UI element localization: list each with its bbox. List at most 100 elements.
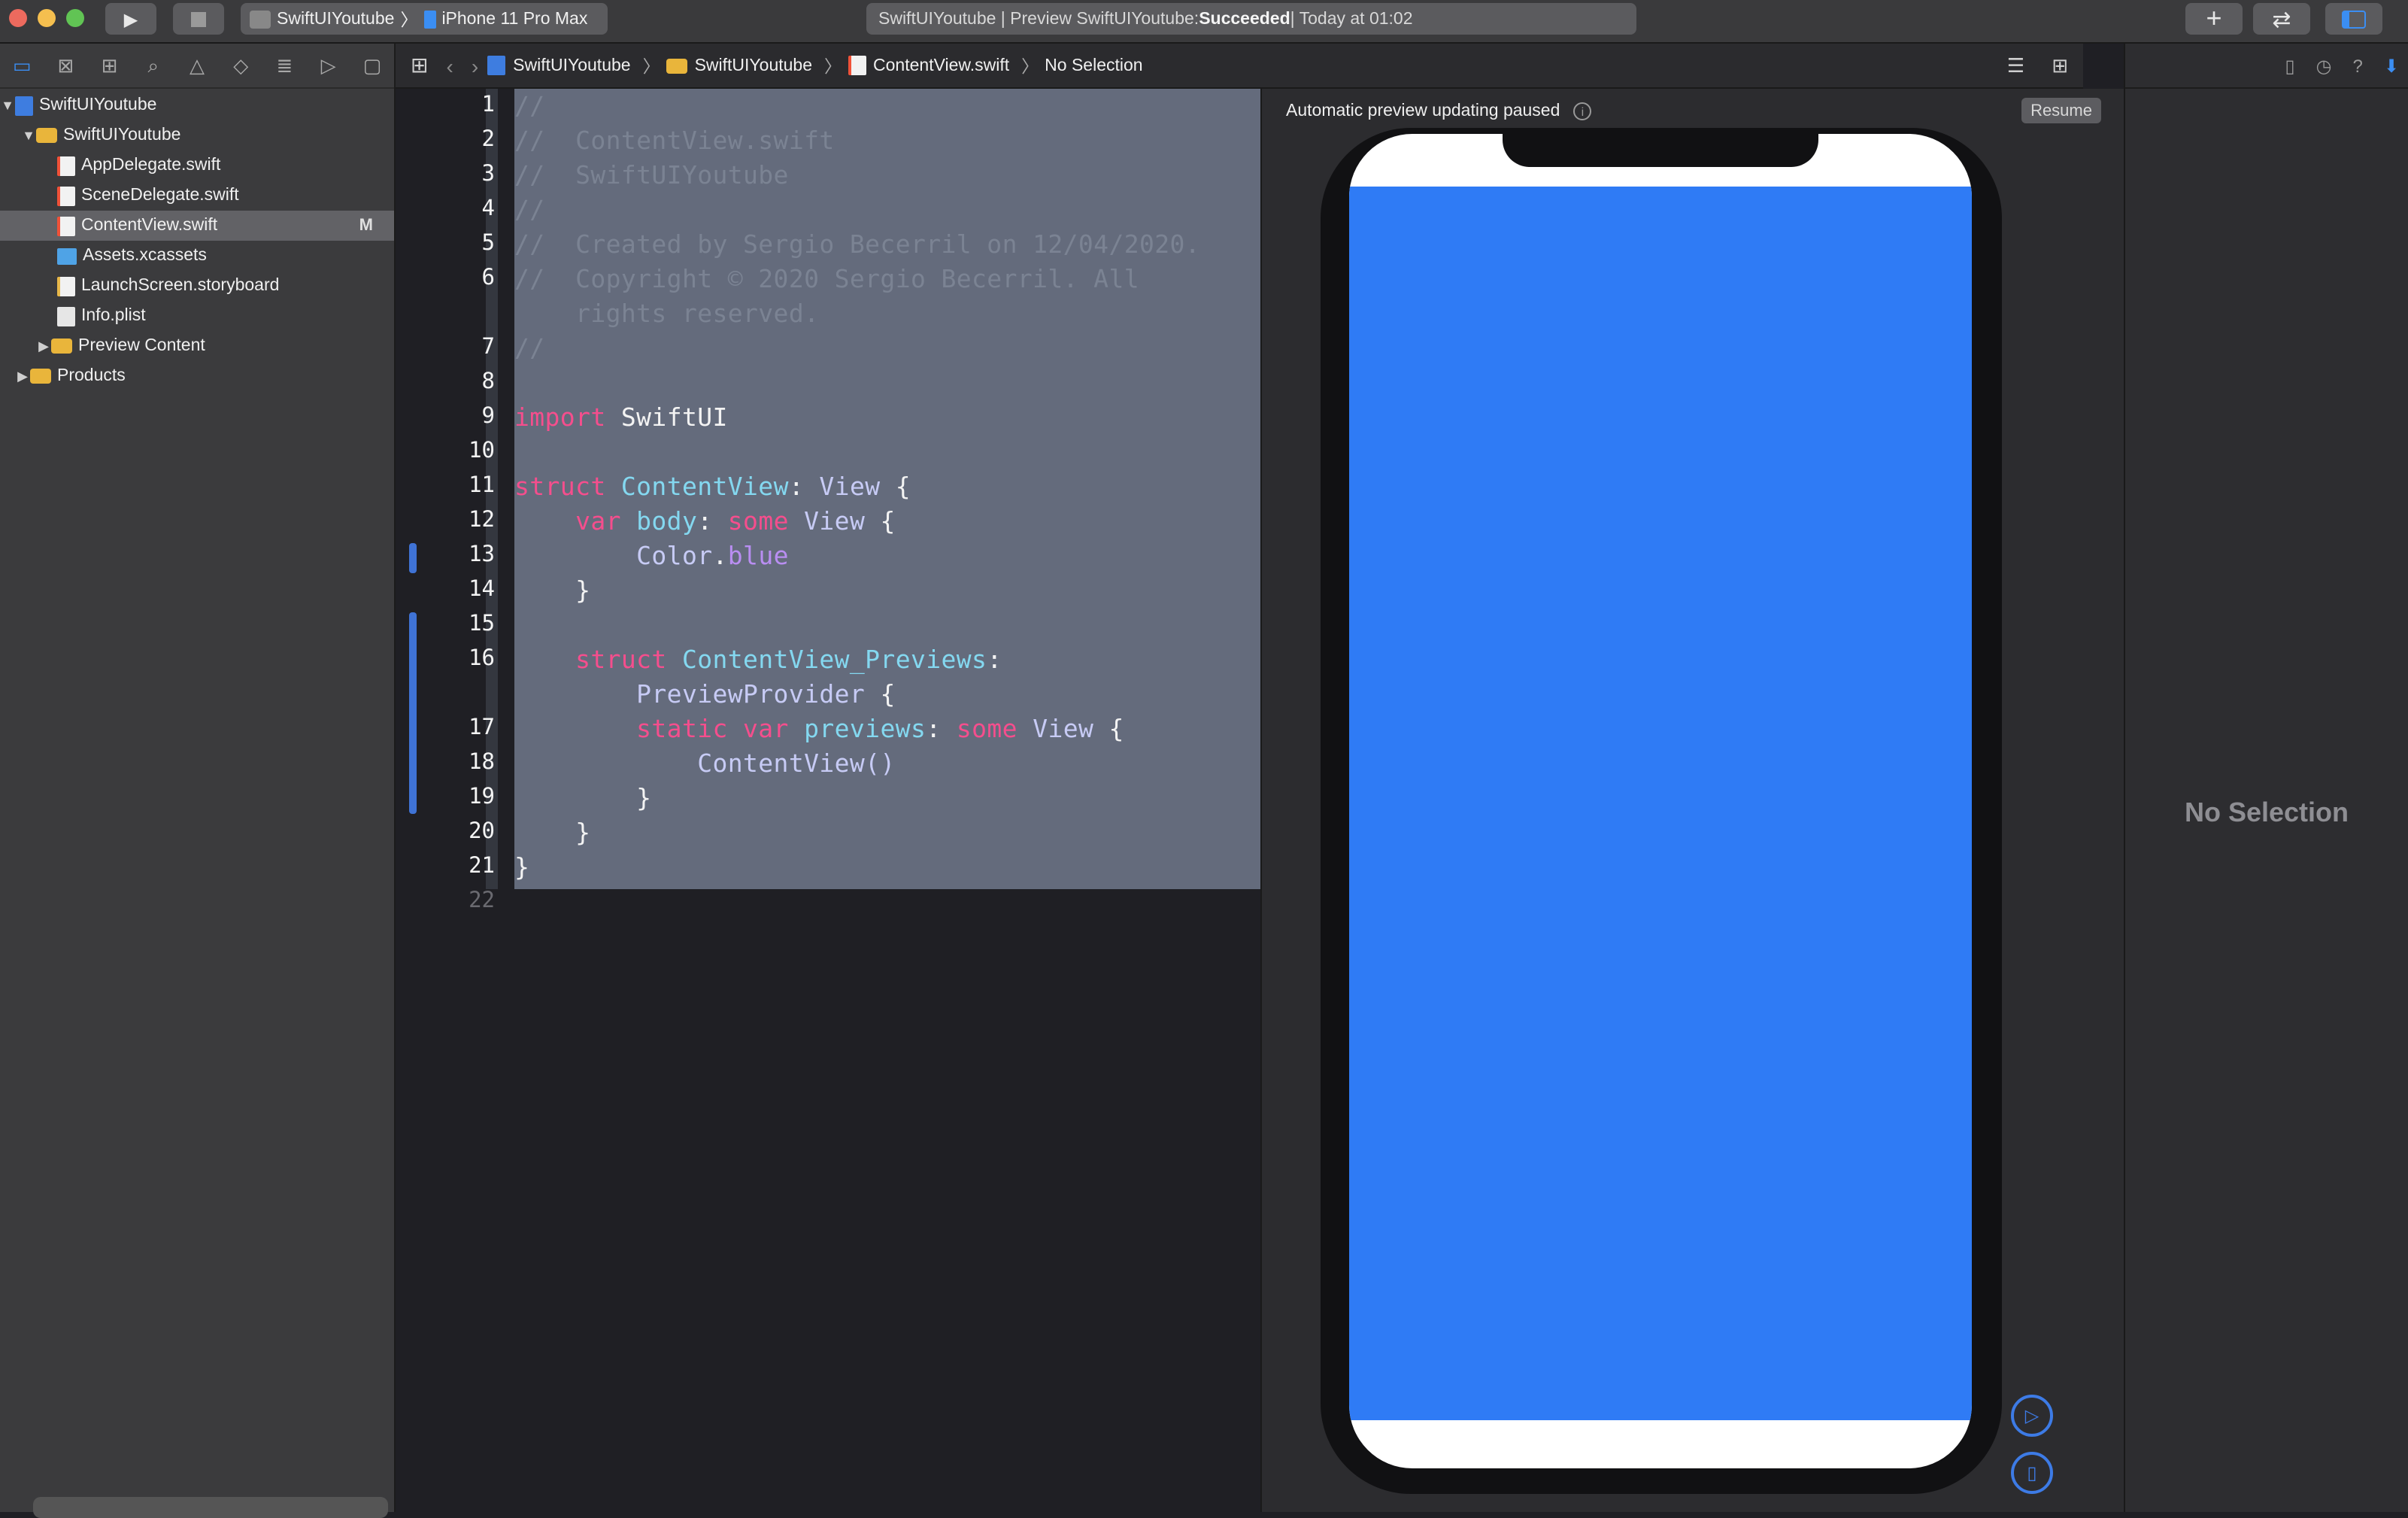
code-line: // ContentView.swift — [514, 126, 835, 155]
line-number: 12 — [469, 509, 495, 533]
code-line: } — [514, 576, 591, 605]
inspector-tabs: ▯ ◷ ? ⬇ — [2125, 44, 2408, 89]
change-bar — [409, 612, 417, 814]
type-name: View — [1017, 715, 1094, 743]
no-selection-label: No Selection — [2184, 797, 2349, 827]
tree-item-products[interactable]: ▶ Products — [0, 361, 394, 391]
swift-file-icon — [57, 186, 75, 205]
test-diamond-icon[interactable]: ◇ — [219, 43, 262, 88]
folder-icon — [36, 128, 57, 143]
scheme-selector[interactable]: SwiftUIYoutube 〉 iPhone 11 Pro Max — [241, 3, 608, 35]
library-button[interactable]: + — [2185, 3, 2243, 35]
tree-item-label: Assets.xcassets — [83, 247, 207, 265]
tree-item-launchscreen[interactable]: LaunchScreen.storyboard — [0, 271, 394, 301]
navigator-tabs: ▭ ⊠ ⊞ ⌕ △ ◇ ≣ ▷ ▢ — [0, 44, 394, 89]
tree-item-scenedelegate[interactable]: SceneDelegate.swift — [0, 181, 394, 211]
breadcrumb-label: SwiftUIYoutube — [513, 56, 631, 74]
punctuation: { — [880, 472, 911, 501]
line-number: 2 — [481, 128, 495, 152]
activity-viewer: SwiftUIYoutube | Preview SwiftUIYoutube:… — [866, 3, 1636, 35]
breadcrumb-project[interactable]: SwiftUIYoutube 〉 — [487, 53, 660, 77]
device-screen[interactable] — [1349, 134, 1972, 1468]
tree-item-label: Preview Content — [78, 337, 205, 355]
tree-item-project[interactable]: ▼ SwiftUIYoutube — [0, 90, 394, 120]
breadcrumb-group[interactable]: SwiftUIYoutube 〉 — [666, 53, 842, 77]
minimize-window-button[interactable] — [38, 9, 56, 27]
type-name: ContentView_Previews — [666, 645, 987, 674]
line-number: 13 — [469, 543, 495, 567]
tree-item-preview-content[interactable]: ▶ Preview Content — [0, 331, 394, 361]
type-name: View — [788, 507, 866, 536]
punctuation: { — [1093, 715, 1124, 743]
file-inspector-icon[interactable]: ▯ — [2285, 55, 2294, 76]
disclosure-closed-icon[interactable]: ▶ — [36, 338, 51, 354]
disclosure-closed-icon[interactable]: ▶ — [15, 368, 30, 384]
code-review-button[interactable]: ⇄ — [2253, 3, 2310, 35]
swift-file-icon — [57, 156, 75, 175]
device-icon: ▯ — [2027, 1462, 2037, 1483]
forward-chevron-icon[interactable]: › — [472, 53, 478, 77]
debug-icon[interactable]: ≣ — [262, 43, 306, 88]
line-number: 20 — [469, 820, 495, 844]
close-window-button[interactable] — [9, 9, 27, 27]
plus-icon: + — [2206, 3, 2222, 33]
filter-field[interactable] — [33, 1497, 388, 1518]
code-line: // — [514, 196, 545, 224]
breadcrumb-label: ContentView.swift — [873, 56, 1010, 74]
punctuation: { — [865, 680, 896, 709]
line-number: 7 — [481, 335, 495, 360]
activity-prefix: SwiftUIYoutube | Preview SwiftUIYoutube: — [878, 10, 1199, 28]
info-icon[interactable]: i — [1573, 102, 1592, 120]
stop-button[interactable] — [173, 3, 224, 35]
resume-button[interactable]: Resume — [2021, 98, 2101, 123]
breadcrumb-file[interactable]: ContentView.swift 〉 — [848, 53, 1039, 77]
scheme-separator: 〉 — [400, 11, 418, 29]
chevron-right-icon: 〉 — [824, 58, 842, 76]
breadcrumb-symbol[interactable]: No Selection — [1045, 56, 1142, 74]
tree-item-appdelegate[interactable]: AppDelegate.swift — [0, 150, 394, 181]
symbol-nav-icon[interactable]: ⊞ — [87, 43, 131, 88]
run-button[interactable]: ▶ — [105, 3, 156, 35]
toolbar: ▶ SwiftUIYoutube 〉 iPhone 11 Pro Max Swi… — [0, 0, 2408, 44]
zoom-window-button[interactable] — [66, 9, 84, 27]
toggle-navigator-button[interactable] — [2325, 3, 2382, 35]
tree-item-assets[interactable]: Assets.xcassets — [0, 241, 394, 271]
report-icon[interactable]: ▢ — [350, 43, 394, 88]
disclosure-open-icon[interactable]: ▼ — [21, 128, 36, 143]
code-editor[interactable]: 1 2 3 4 5 6 7 8 9 10 11 12 13 14 15 16 1… — [396, 89, 1260, 1512]
storyboard-icon — [57, 276, 75, 296]
warning-icon[interactable]: △ — [175, 43, 219, 88]
code-line: rights reserved. — [514, 299, 820, 328]
activity-time: | Today at 01:02 — [1290, 10, 1413, 28]
source-control-nav-icon[interactable]: ⊠ — [44, 43, 87, 88]
code-line: // — [514, 334, 545, 363]
related-items-icon[interactable]: ⊞ — [411, 53, 428, 78]
live-preview-button[interactable]: ▷ — [2011, 1395, 2053, 1437]
add-editor-icon[interactable]: ⊞ — [2052, 54, 2068, 78]
breakpoint-icon[interactable]: ▷ — [307, 43, 350, 88]
back-chevron-icon[interactable]: ‹ — [446, 53, 453, 77]
keyword: static var — [514, 715, 789, 743]
help-icon[interactable]: ? — [2353, 55, 2363, 76]
tree-item-contentview[interactable]: ContentView.swift M — [0, 211, 394, 241]
code-line: // Copyright © 2020 Sergio Becerril. All — [514, 265, 1139, 293]
preview-on-device-button[interactable]: ▯ — [2011, 1452, 2053, 1494]
tree-item-group[interactable]: ▼ SwiftUIYoutube — [0, 120, 394, 150]
keyword: var — [514, 507, 621, 536]
line-number: 5 — [481, 232, 495, 256]
code-line: } — [514, 853, 530, 882]
play-icon: ▶ — [123, 8, 138, 29]
history-icon[interactable]: ◷ — [2316, 55, 2332, 76]
breadcrumb-label: SwiftUIYoutube — [694, 56, 813, 74]
code-line: PreviewProvider { — [514, 680, 896, 709]
attributes-inspector-icon[interactable]: ⬇ — [2384, 55, 2399, 76]
property-name: body — [620, 507, 698, 536]
editor-options-icon[interactable]: ☰ — [2007, 54, 2024, 78]
tree-item-label: SwiftUIYoutube — [63, 126, 181, 144]
disclosure-open-icon[interactable]: ▼ — [0, 98, 15, 113]
tree-item-infoplist[interactable]: Info.plist — [0, 301, 394, 331]
folder-nav-icon[interactable]: ▭ — [0, 43, 44, 88]
search-icon[interactable]: ⌕ — [132, 43, 175, 88]
code-line: var body: some View { — [514, 507, 896, 536]
punctuation: : — [788, 472, 820, 501]
